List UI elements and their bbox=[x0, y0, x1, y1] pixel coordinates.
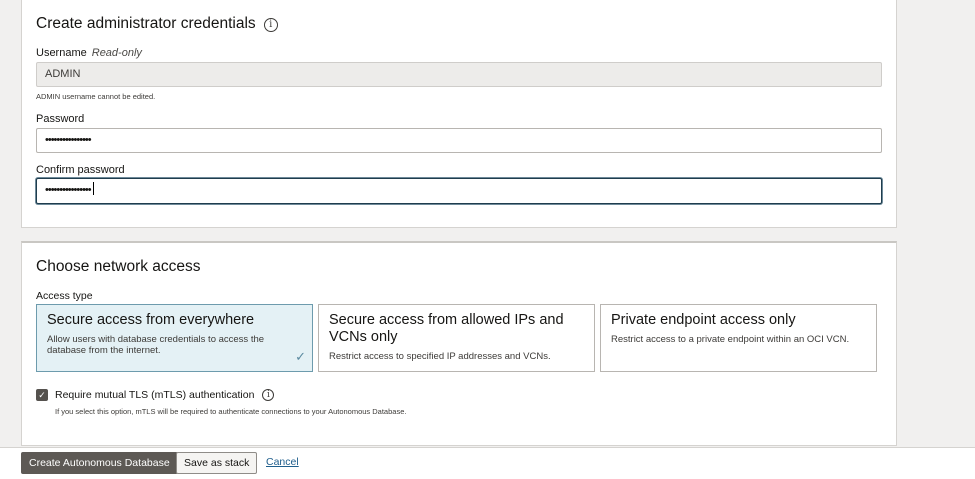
access-option-title: Secure access from everywhere bbox=[47, 312, 255, 328]
credentials-title: Create administrator credentials i bbox=[36, 15, 278, 33]
checkmark-icon: ✓ bbox=[295, 349, 306, 364]
access-option-title: Private endpoint access only bbox=[611, 312, 796, 328]
credentials-title-text: Create administrator credentials bbox=[36, 15, 256, 32]
username-value: ADMIN bbox=[45, 68, 81, 80]
info-icon[interactable]: i bbox=[262, 389, 275, 401]
username-field: ADMIN bbox=[36, 62, 882, 87]
credentials-panel: Create administrator credentials i Userna… bbox=[21, 0, 897, 228]
access-option-desc: Restrict access to specified IP addresse… bbox=[329, 351, 551, 362]
password-value: •••••••••••••••• bbox=[45, 134, 92, 146]
mtls-hint: If you select this option, mTLS will be … bbox=[55, 407, 407, 416]
mtls-label[interactable]: Require mutual TLS (mTLS) authentication bbox=[55, 389, 254, 401]
cancel-link[interactable]: Cancel bbox=[259, 452, 306, 474]
text-caret bbox=[92, 182, 94, 195]
access-option-private-endpoint[interactable]: Private endpoint access only Restrict ac… bbox=[600, 304, 877, 372]
access-option-desc: Allow users with database credentials to… bbox=[47, 334, 265, 356]
access-option-allowed-ips[interactable]: Secure access from allowed IPs and VCNs … bbox=[318, 304, 595, 372]
access-option-everywhere[interactable]: Secure access from everywhere Allow user… bbox=[36, 304, 313, 372]
access-option-title: Secure access from allowed IPs and VCNs … bbox=[329, 312, 564, 345]
save-as-stack-button[interactable]: Save as stack bbox=[176, 452, 258, 474]
username-label-text: Username bbox=[36, 47, 87, 59]
mtls-row: ✓ Require mutual TLS (mTLS) authenticati… bbox=[36, 389, 275, 401]
confirm-password-value: •••••••••••••••• bbox=[45, 184, 92, 196]
access-option-desc: Restrict access to a private endpoint wi… bbox=[611, 334, 850, 345]
info-icon[interactable]: i bbox=[263, 18, 278, 32]
readonly-tag: Read-only bbox=[91, 47, 142, 59]
password-label: Password bbox=[36, 113, 85, 125]
network-panel: Choose network access Access type Secure… bbox=[21, 241, 897, 446]
access-type-options: Secure access from everywhere Allow user… bbox=[36, 304, 877, 372]
password-field[interactable]: •••••••••••••••• bbox=[36, 128, 882, 153]
username-label: Username Read-only bbox=[36, 47, 142, 59]
username-hint: ADMIN username cannot be edited. bbox=[36, 92, 156, 101]
confirm-password-label: Confirm password bbox=[36, 164, 125, 176]
create-database-button[interactable]: Create Autonomous Database bbox=[21, 452, 178, 474]
confirm-password-field[interactable]: •••••••••••••••• bbox=[36, 178, 882, 204]
footer-actions: Create Autonomous Database Save as stack… bbox=[0, 447, 975, 479]
network-title: Choose network access bbox=[36, 258, 201, 275]
checkbox-checked-icon[interactable]: ✓ bbox=[36, 389, 48, 401]
access-type-label: Access type bbox=[36, 290, 93, 302]
